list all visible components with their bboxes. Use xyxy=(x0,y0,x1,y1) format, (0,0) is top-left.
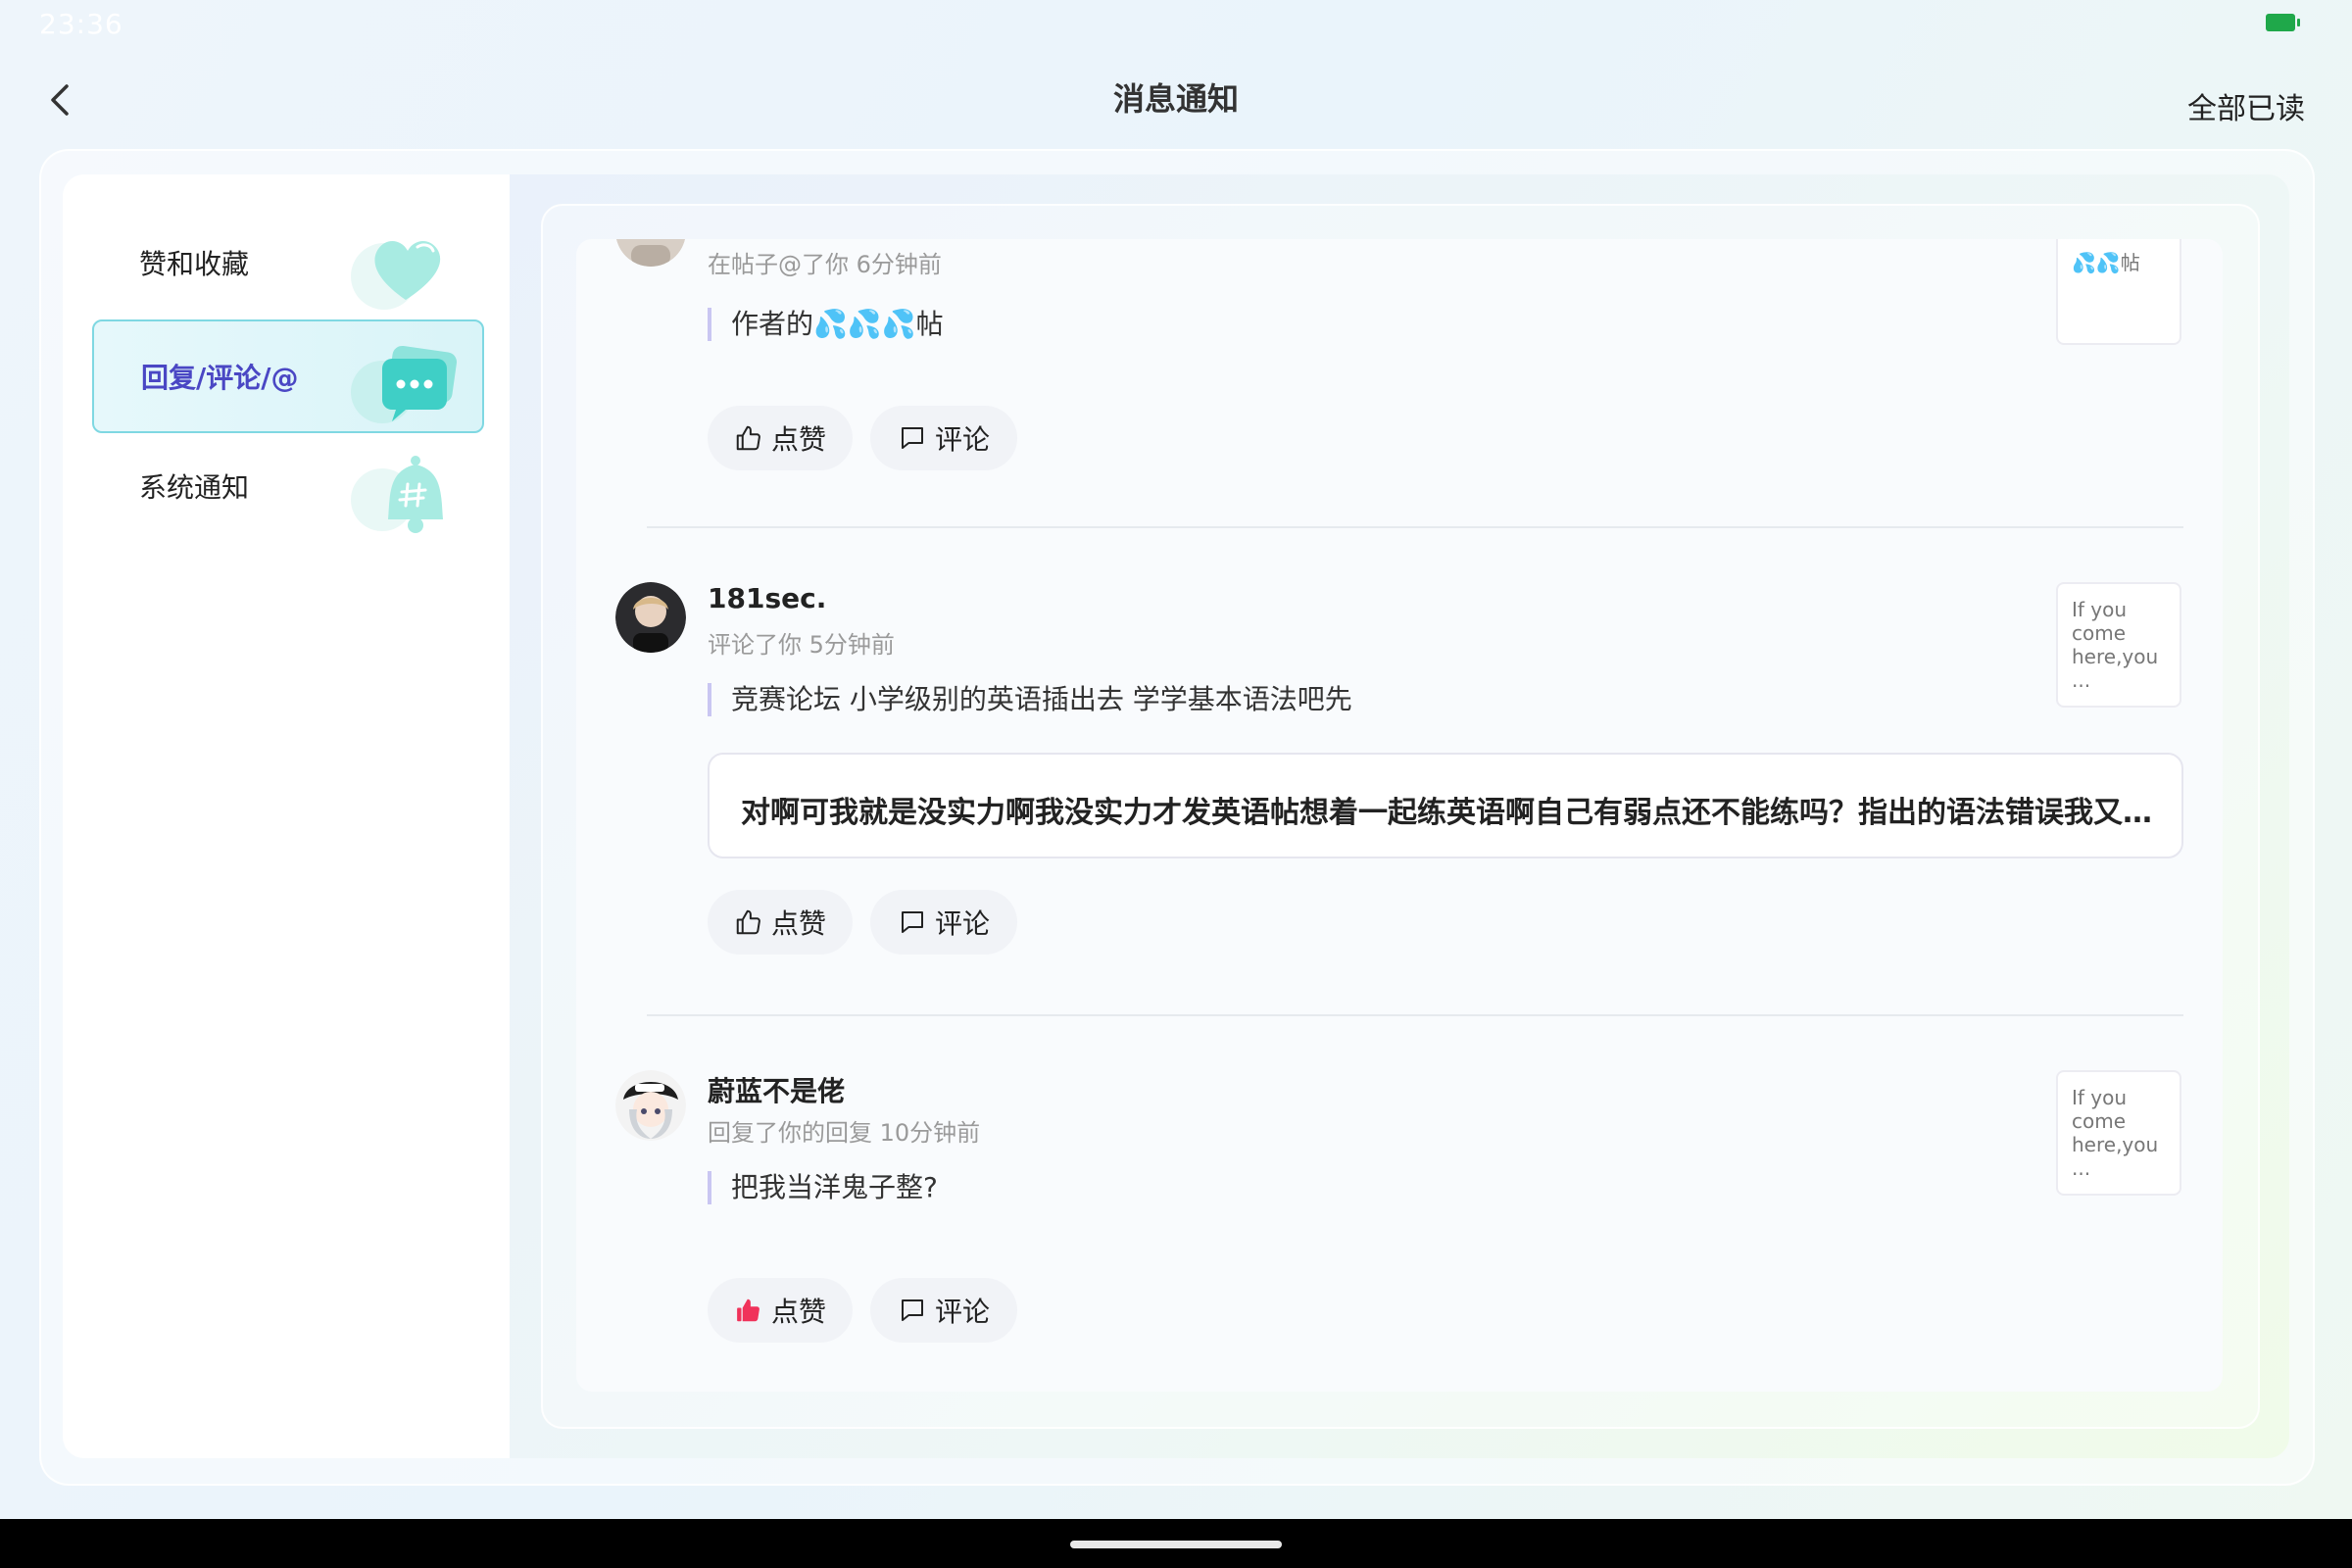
page-title: 消息通知 xyxy=(1112,80,1239,118)
sidebar-item-system-notifications[interactable]: 系统通知 xyxy=(92,431,480,541)
avatar[interactable] xyxy=(615,582,686,653)
message-feed[interactable]: 在帖子@了你 6分钟前 作者的💦💦💦帖 💦💦帖 点赞 评论 181sec. 评论… xyxy=(576,239,2223,1392)
status-bar: 23:36 xyxy=(0,0,2352,49)
heart-icon xyxy=(351,240,441,310)
sidebar-item-likes-favorites[interactable]: 赞和收藏 xyxy=(92,208,480,318)
post-thumbnail[interactable]: 💦💦帖 xyxy=(2056,239,2181,345)
message-meta: 回复了你的回复 10分钟前 xyxy=(708,1119,981,1147)
status-time: 23:36 xyxy=(39,8,123,40)
thumbs-up-icon xyxy=(736,425,760,451)
like-button[interactable]: 点赞 xyxy=(708,890,853,955)
message-meta: 评论了你 5分钟前 xyxy=(708,631,895,659)
bell-icon xyxy=(351,456,443,533)
comment-button[interactable]: 评论 xyxy=(870,890,1017,955)
username[interactable]: 蔚蓝不是佬 xyxy=(708,1070,845,1109)
comment-icon xyxy=(901,1299,923,1321)
sidebar-item-replies-comments-mentions[interactable]: 回复/评论/@ xyxy=(92,319,484,433)
thumbs-up-filled-icon xyxy=(737,1298,760,1322)
divider xyxy=(647,526,2183,528)
reply-content[interactable]: 对啊可我就是没实力啊我没实力才发英语帖想着一起练英语啊自己有弱点还不能练吗？指出… xyxy=(708,753,2183,858)
avatar[interactable] xyxy=(615,239,686,267)
like-button[interactable]: 点赞 xyxy=(708,1278,853,1343)
quoted-comment[interactable]: 把我当洋鬼子整? xyxy=(708,1171,938,1204)
comment-icon xyxy=(901,911,923,933)
sidebar-item-label: 赞和收藏 xyxy=(139,248,250,280)
sidebar: 赞和收藏 回复/评论/@ 系统通知 xyxy=(63,174,510,1458)
battery-icon xyxy=(2266,14,2300,31)
sidebar-item-label: 系统通知 xyxy=(139,471,250,504)
comment-icon xyxy=(901,427,923,449)
message-meta: 在帖子@了你 6分钟前 xyxy=(708,251,942,278)
chat-bubbles-icon xyxy=(351,345,458,423)
comment-button[interactable]: 评论 xyxy=(870,406,1017,470)
quoted-comment[interactable]: 竞赛论坛 小学级别的英语插出去 学学基本语法吧先 xyxy=(708,683,1352,716)
mark-all-read-button[interactable]: 全部已读 xyxy=(2187,84,2305,127)
thumbs-up-icon xyxy=(736,909,760,935)
username[interactable]: 181sec. xyxy=(708,582,826,614)
post-thumbnail[interactable]: If you come here,you ... xyxy=(2056,582,2181,708)
sidebar-item-label: 回复/评论/@ xyxy=(141,362,299,394)
avatar[interactable] xyxy=(615,1070,686,1141)
like-button[interactable]: 点赞 xyxy=(708,406,853,470)
system-navigation-bar xyxy=(0,1519,2352,1568)
home-indicator[interactable] xyxy=(1070,1541,1282,1548)
quoted-post[interactable]: 作者的💦💦💦帖 xyxy=(708,308,944,341)
post-thumbnail[interactable]: If you come here,you ... xyxy=(2056,1070,2181,1196)
divider xyxy=(647,1014,2183,1016)
comment-button[interactable]: 评论 xyxy=(870,1278,1017,1343)
